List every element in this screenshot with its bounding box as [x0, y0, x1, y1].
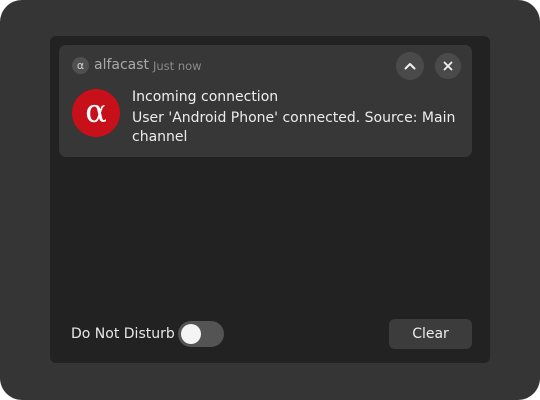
notification-title: Incoming connection [132, 89, 279, 105]
close-button[interactable] [435, 53, 461, 79]
notification-time: Just now [153, 59, 202, 73]
notification-card[interactable]: α alfacast Just now α Incoming connectio… [59, 45, 472, 157]
notification-center-window: α alfacast Just now α Incoming connectio… [0, 0, 540, 400]
clear-button[interactable]: Clear [389, 319, 472, 349]
app-name: alfacast [94, 57, 150, 73]
chevron-up-icon [404, 63, 416, 70]
notification-panel: α alfacast Just now α Incoming connectio… [50, 36, 490, 363]
notification-body: User 'Android Phone' connected. Source: … [132, 110, 456, 145]
do-not-disturb-toggle[interactable] [178, 321, 224, 347]
alfacast-icon: α [72, 89, 120, 137]
close-icon [443, 61, 453, 71]
collapse-button[interactable] [396, 52, 424, 80]
do-not-disturb-label: Do Not Disturb [71, 326, 175, 342]
toggle-knob [181, 324, 201, 344]
app-icon: α [72, 57, 89, 74]
